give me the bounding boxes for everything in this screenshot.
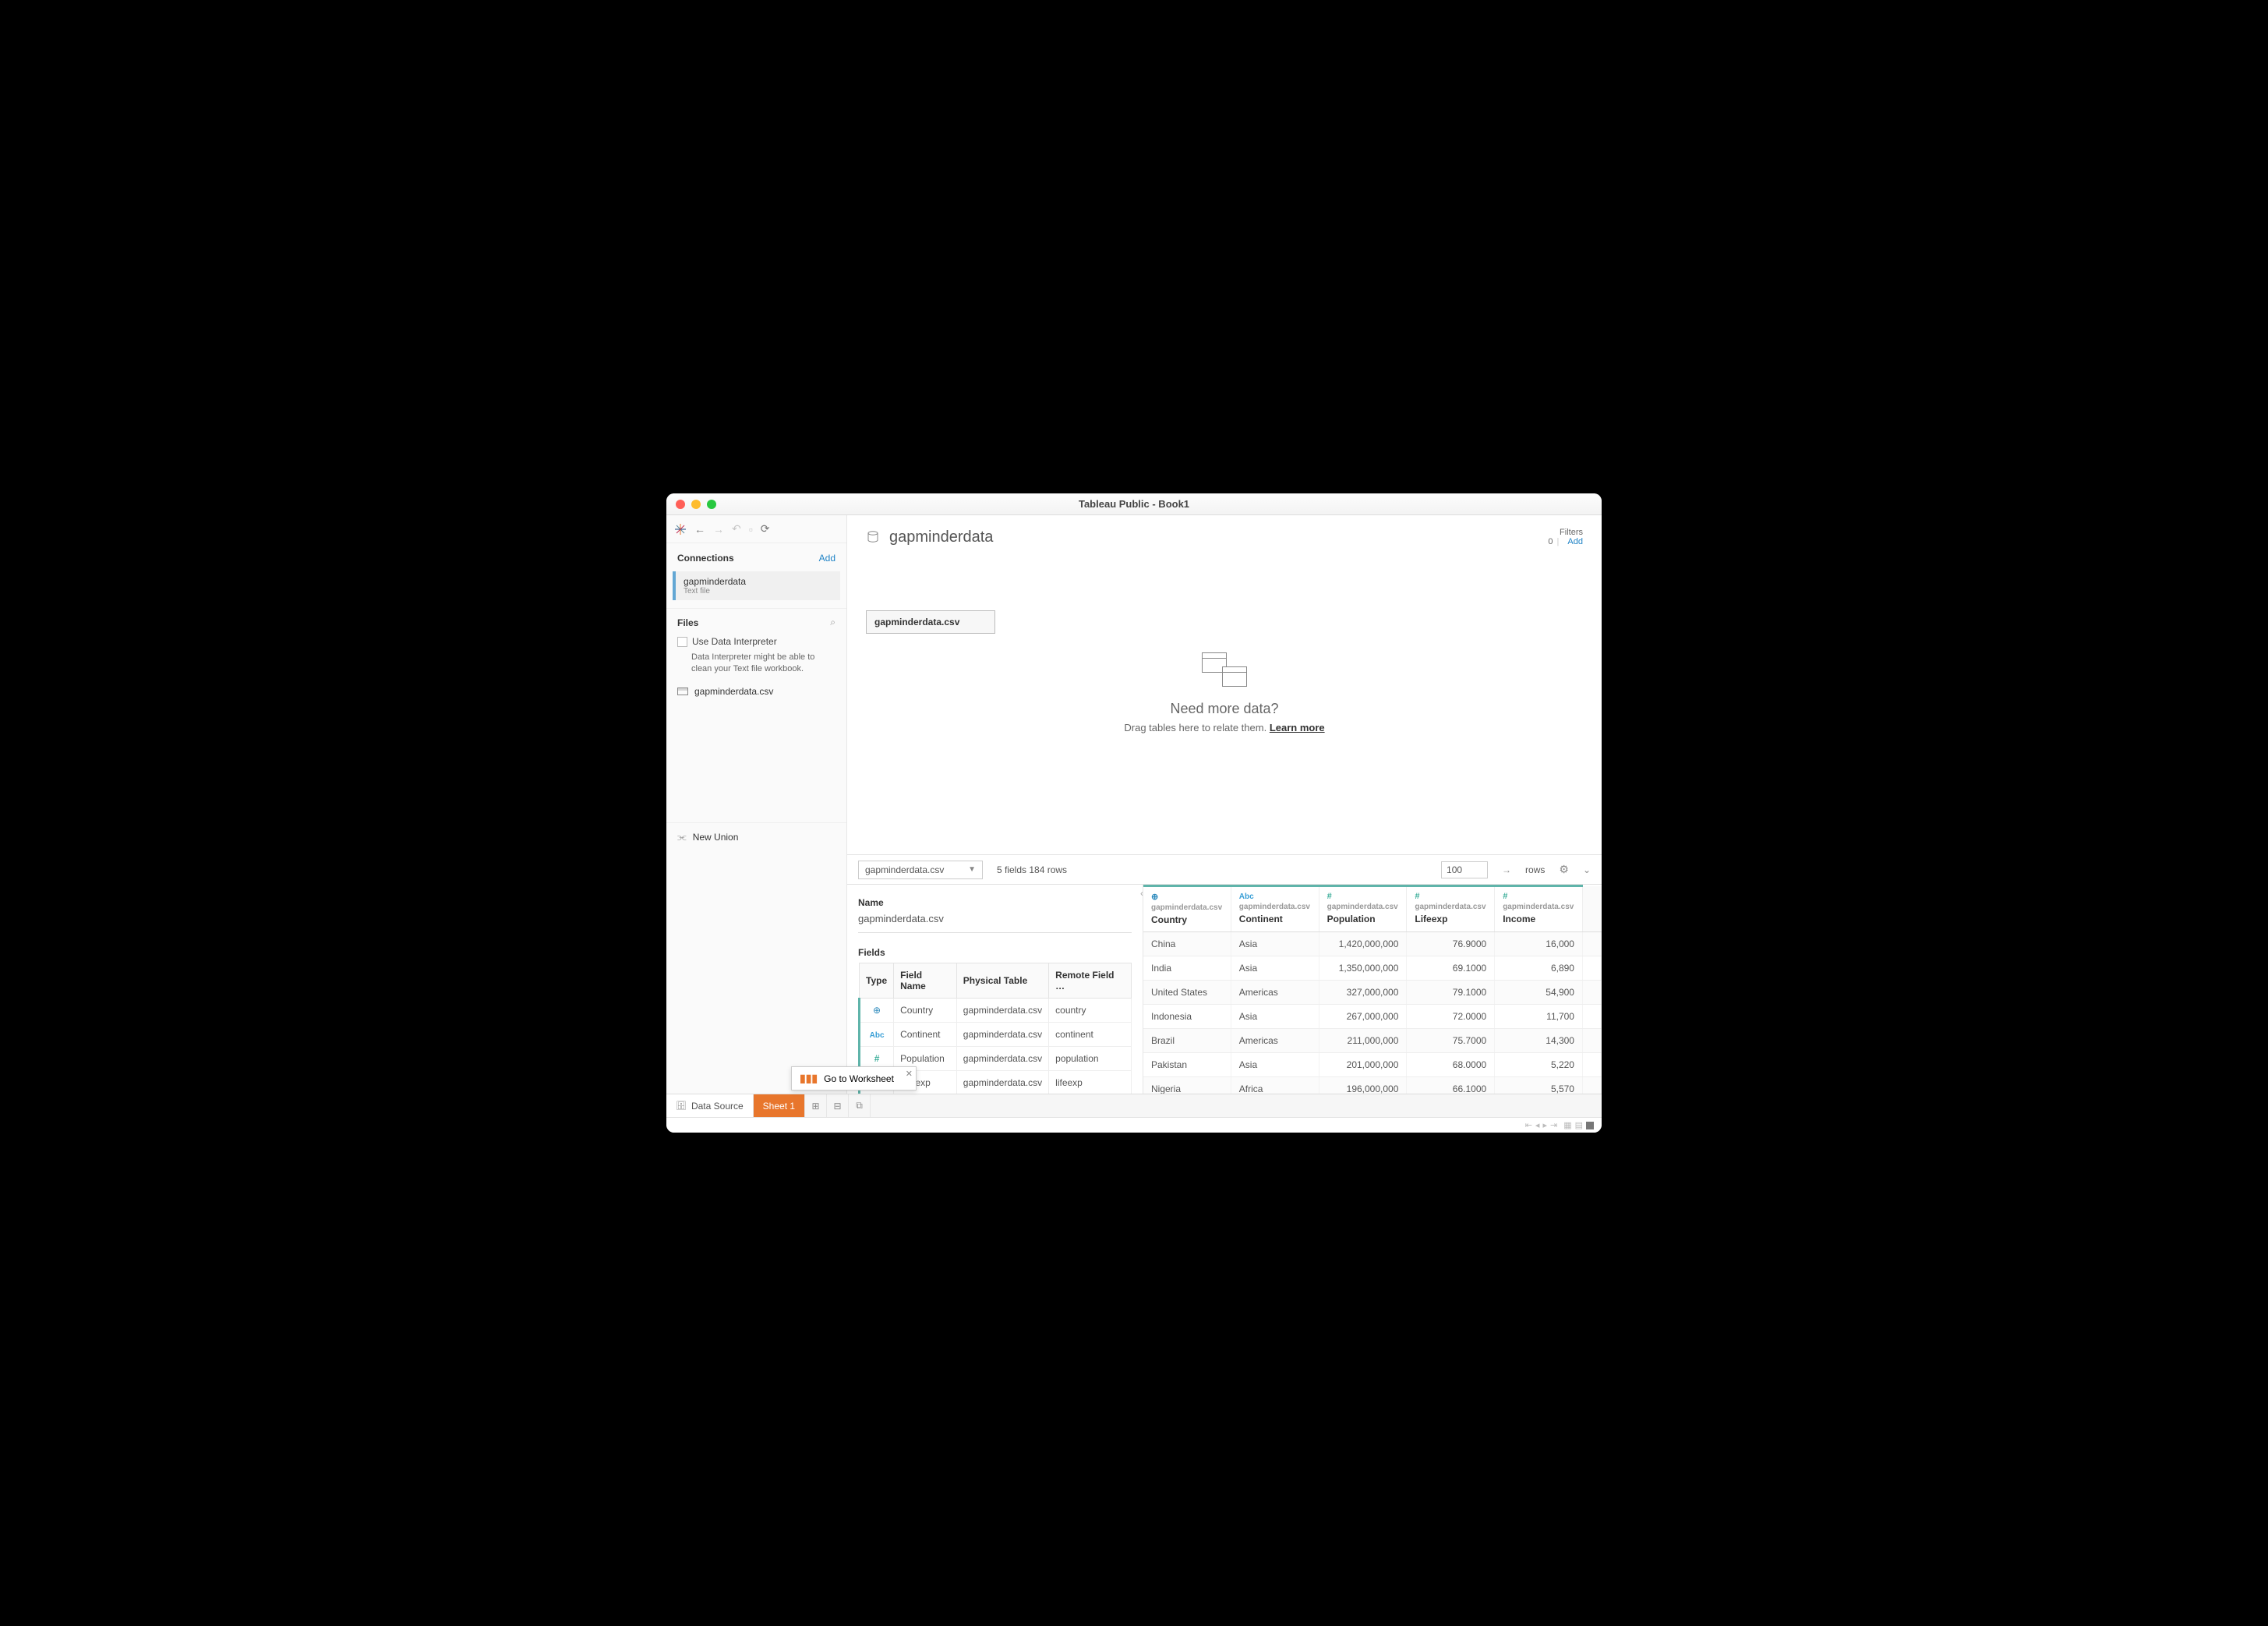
nav-controls[interactable]: ⇤◂▸⇥ [1525,1120,1558,1130]
metadata-panel: ‹ Name gapminderdata.csv Fields Type Fie… [847,885,1143,1094]
data-row[interactable]: BrazilAmericas211,000,00075.700014,300 [1143,1029,1602,1053]
learn-more-link[interactable]: Learn more [1270,722,1325,733]
rows-input[interactable]: 100 [1441,861,1488,878]
field-row-summary: 5 fields 184 rows [997,864,1067,875]
new-union-button[interactable]: ⫘ New Union [666,822,846,851]
close-window-button[interactable] [676,500,685,509]
interpreter-hint: Data Interpreter might be able to clean … [666,652,846,681]
bar-chart-icon: ▮▮▮ [800,1072,818,1085]
string-type-icon: Abc [870,1031,885,1040]
data-row[interactable]: United StatesAmericas327,000,00079.10005… [1143,981,1602,1005]
data-preview: ⊕gapminderdata.csvCountryAbcgapminderdat… [1143,885,1602,1094]
connection-item[interactable]: gapminderdata Text file [673,571,840,600]
new-story-button[interactable]: ⧉ [849,1094,871,1117]
sidebar-toolbar: ← → ↶ ▫ ⟳ [666,515,846,543]
refresh-button[interactable]: ⟳ [761,522,770,536]
forward-button[interactable]: → [713,523,724,536]
expand-chevron-icon[interactable]: ⌄ [1583,864,1591,875]
data-row[interactable]: NigeriaAfrica196,000,00066.10005,570 [1143,1077,1602,1094]
view-mode-controls[interactable]: ▦▤ [1563,1120,1594,1130]
field-row[interactable]: AbcContinentgapminderdata.csvcontinent [860,1023,1132,1047]
file-item[interactable]: gapminderdata.csv [666,681,846,702]
database-icon [866,530,880,544]
geo-type-icon: ⊕ [873,1005,881,1016]
canvas-placeholder: Need more data? Drag tables here to rela… [1069,652,1380,733]
filters-panel: Filters 0 | Add [1548,528,1583,546]
window-title: Tableau Public - Book1 [1079,498,1189,510]
add-connection-link[interactable]: Add [819,553,835,564]
table-selector[interactable]: gapminderdata.csv ▼ [858,861,983,879]
go-to-worksheet-tooltip: ▮▮▮ Go to Worksheet ✕ [791,1066,917,1090]
undo-button[interactable]: ↶ [732,522,741,536]
titlebar: Tableau Public - Book1 [666,493,1602,515]
string-type-icon: Abc [1239,893,1254,901]
connections-header: Connections Add [666,543,846,568]
search-files-icon[interactable]: ⌕ [830,617,835,628]
tab-data-source[interactable]: 🗄 Data Source [666,1094,754,1117]
data-row[interactable]: IndiaAsia1,350,000,00069.10006,890 [1143,956,1602,981]
save-button[interactable]: ▫ [749,523,753,536]
collapse-metadata-icon[interactable]: ‹ [1140,888,1143,899]
column-header[interactable]: #gapminderdata.csvPopulation [1319,886,1407,932]
window-controls [666,500,716,509]
close-tooltip-icon[interactable]: ✕ [906,1069,913,1079]
settings-icon[interactable]: ⚙ [1559,863,1569,876]
tableau-logo-icon [674,523,687,536]
column-header[interactable]: #gapminderdata.csvLifeexp [1407,886,1495,932]
relations-canvas[interactable]: gapminderdata.csv Need more data? Drag t… [847,551,1602,855]
column-header[interactable]: Abcgapminderdata.csvContinent [1231,886,1319,932]
files-header: Files ⌕ [666,608,846,631]
chevron-down-icon: ▼ [968,865,976,874]
data-row[interactable]: IndonesiaAsia267,000,00072.000011,700 [1143,1005,1602,1029]
new-dashboard-button[interactable]: ⊟ [827,1094,849,1117]
datasource-header: gapminderdata Filters 0 | Add [847,515,1602,551]
sheet-tab-bar: ▮▮▮ Go to Worksheet ✕ 🗄 Data Source Shee… [666,1094,1602,1117]
table-node[interactable]: gapminderdata.csv [866,610,995,634]
number-type-icon: # [1415,892,1419,901]
sidebar: ← → ↶ ▫ ⟳ Connections Add gapminderdata … [666,515,847,1094]
preview-toolbar: gapminderdata.csv ▼ 5 fields 184 rows 10… [847,855,1602,885]
column-header[interactable]: ⊕gapminderdata.csvCountry [1143,886,1231,932]
database-icon: 🗄 [676,1101,687,1111]
data-row[interactable]: PakistanAsia201,000,00068.00005,220 [1143,1053,1602,1077]
number-type-icon: # [1327,892,1332,901]
data-row[interactable]: ChinaAsia1,420,000,00076.900016,000 [1143,932,1602,956]
datasource-name[interactable]: gapminderdata [889,528,993,546]
arrow-right-icon[interactable]: → [1502,864,1511,875]
number-type-icon: # [874,1053,880,1064]
minimize-window-button[interactable] [691,500,701,509]
app-window: Tableau Public - Book1 ← → ↶ ▫ ⟳ Connect… [666,493,1602,1133]
tab-sheet-1[interactable]: Sheet 1 [754,1094,805,1117]
status-bar: ⇤◂▸⇥ ▦▤ [666,1117,1602,1133]
relate-tables-icon [1197,652,1252,691]
main-area: gapminderdata Filters 0 | Add gapminderd… [847,515,1602,1094]
geo-type-icon: ⊕ [1151,893,1158,902]
use-data-interpreter-checkbox[interactable]: Use Data Interpreter [666,631,846,652]
physical-table-name[interactable]: gapminderdata.csv [858,913,1132,933]
zoom-window-button[interactable] [707,500,716,509]
table-icon [677,688,688,695]
add-filter-link[interactable]: Add [1567,537,1583,546]
back-button[interactable]: ← [694,523,705,536]
field-row[interactable]: ⊕Countrygapminderdata.csvcountry [860,999,1132,1023]
new-worksheet-button[interactable]: ⊞ [805,1094,827,1117]
column-header[interactable]: #gapminderdata.csvIncome [1495,886,1583,932]
union-icon: ⫘ [677,831,687,843]
checkbox-icon [677,637,687,647]
number-type-icon: # [1503,892,1507,901]
